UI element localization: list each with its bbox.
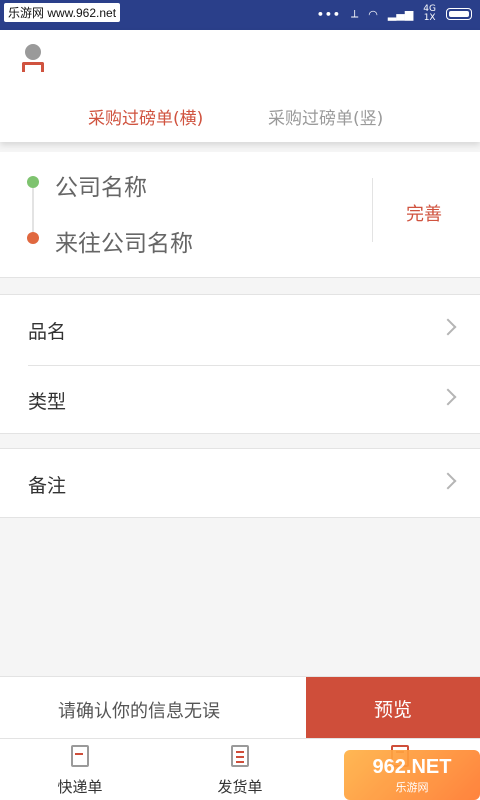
tab-vertical[interactable]: 采购过磅单(竖) bbox=[268, 104, 383, 129]
corner-watermark: 962.NET 乐游网 bbox=[344, 750, 480, 800]
list-item-product-name[interactable]: 品名 bbox=[0, 295, 480, 365]
document-icon bbox=[71, 745, 89, 767]
product-group: 品名 类型 bbox=[0, 294, 480, 434]
status-icons: ••• ⟂ ◠ ▂▄▆ 4G 1X bbox=[317, 5, 472, 23]
doc-line bbox=[236, 756, 244, 758]
list-item-label: 备注 bbox=[28, 475, 67, 497]
remark-group: 备注 bbox=[0, 448, 480, 518]
chevron-right-icon bbox=[439, 472, 457, 490]
preview-button[interactable]: 预览 bbox=[306, 677, 480, 739]
green-dot-icon bbox=[27, 176, 39, 188]
signal-icon: ▂▄▆ bbox=[387, 7, 414, 21]
user-icon[interactable] bbox=[20, 44, 46, 72]
confirm-bar: 请确认你的信息无误 预览 bbox=[0, 676, 480, 739]
list-item-label: 品名 bbox=[28, 321, 67, 343]
watermark-site: 乐游网 bbox=[395, 780, 429, 794]
user-body-shape bbox=[22, 62, 44, 72]
connector-line bbox=[32, 188, 34, 232]
chevron-right-icon bbox=[439, 318, 457, 336]
list-item-label: 类型 bbox=[28, 391, 67, 413]
nav-item-label: 发货单 bbox=[217, 778, 263, 796]
list-document-icon bbox=[231, 745, 249, 767]
company-name: 公司名称 bbox=[55, 175, 147, 201]
header: 采购过磅单(横) 采购过磅单(竖) bbox=[0, 30, 480, 142]
divider bbox=[372, 178, 373, 242]
complete-button[interactable]: 完善 bbox=[406, 200, 442, 226]
nav-item-label: 快递单 bbox=[57, 778, 103, 796]
network-sub-label: 1X bbox=[423, 13, 436, 23]
list-item-remark[interactable]: 备注 bbox=[0, 449, 480, 519]
battery-icon bbox=[446, 8, 472, 20]
orange-dot-icon bbox=[27, 232, 39, 244]
counterparty-name: 来往公司名称 bbox=[55, 231, 193, 257]
doc-line bbox=[236, 751, 244, 753]
chevron-right-icon bbox=[439, 388, 457, 406]
network-type: 4G 1X bbox=[423, 5, 436, 23]
tab-horizontal[interactable]: 采购过磅单(横) bbox=[88, 104, 203, 129]
doc-line bbox=[75, 753, 83, 755]
company-card[interactable]: 公司名称 来往公司名称 完善 bbox=[0, 152, 480, 278]
site-watermark: 乐游网 www.962.net bbox=[4, 3, 121, 22]
nav-item-delivery[interactable]: 发货单 bbox=[160, 739, 320, 800]
vibrate-icon: ⟂ bbox=[350, 7, 359, 20]
confirm-text: 请确认你的信息无误 bbox=[58, 701, 220, 722]
doc-line bbox=[236, 761, 244, 763]
user-head-shape bbox=[25, 44, 41, 60]
watermark-domain: 962.NET bbox=[372, 755, 452, 778]
more-dots-icon: ••• bbox=[316, 7, 341, 21]
wifi-icon: ◠ bbox=[368, 7, 378, 21]
nav-item-express[interactable]: 快递单 bbox=[0, 739, 160, 800]
list-item-type[interactable]: 类型 bbox=[0, 365, 480, 435]
status-bar: 乐游网 www.962.net ••• ⟂ ◠ ▂▄▆ 4G 1X bbox=[0, 0, 480, 30]
